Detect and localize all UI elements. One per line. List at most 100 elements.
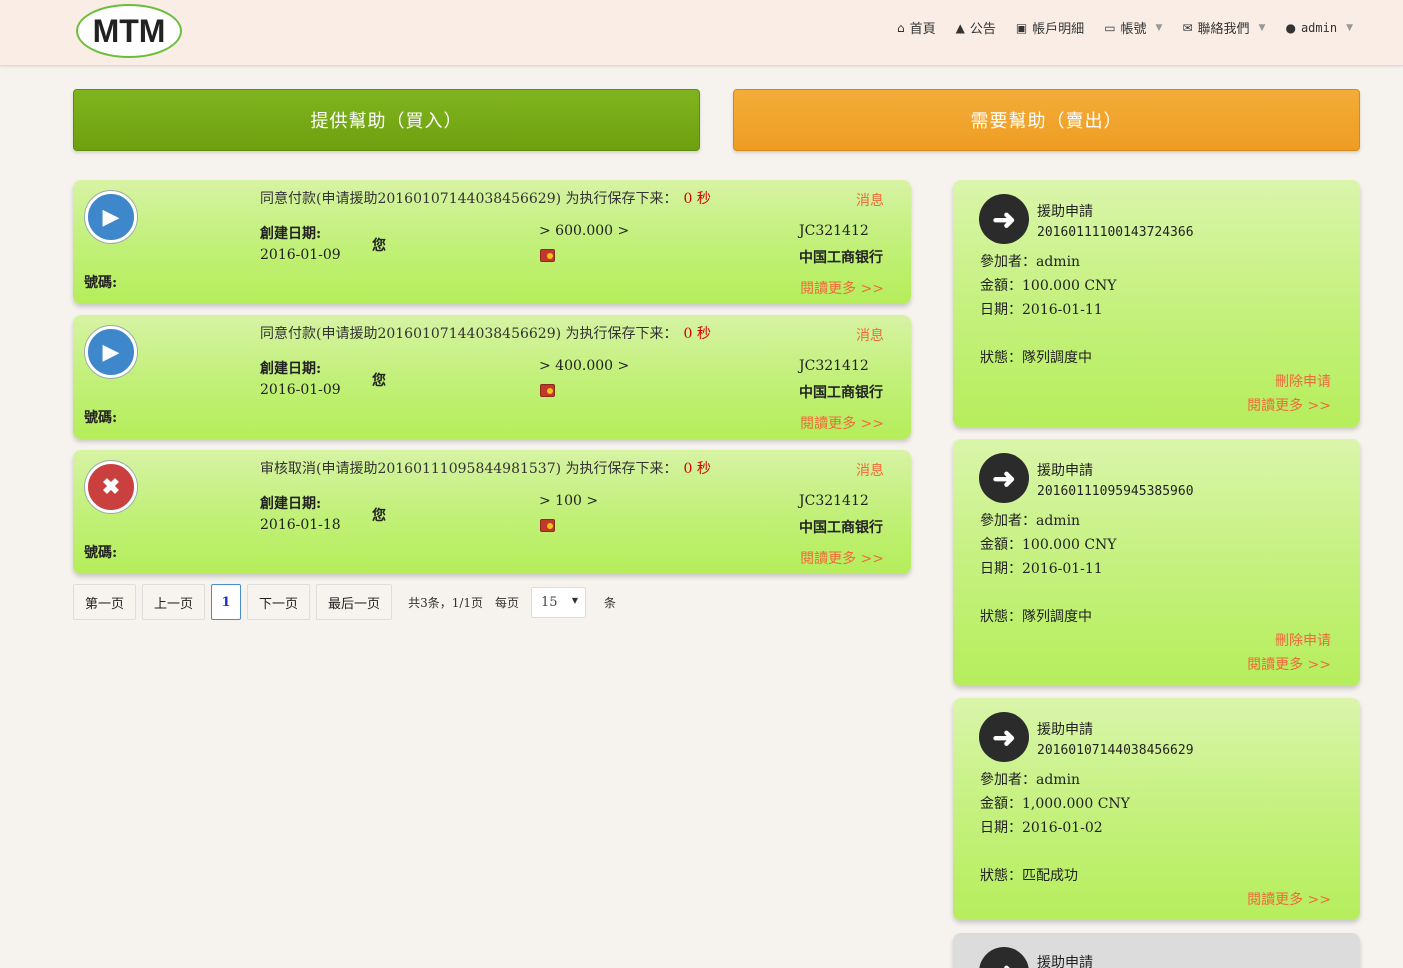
current-page-button[interactable]: 1	[211, 584, 242, 620]
created-date: 2016-01-09	[260, 382, 341, 398]
page-summary: 共3条，1/1页	[408, 595, 484, 610]
party-label: 您	[372, 238, 386, 254]
pagination: 第一页 上一页 1 下一页 最后一页 共3条，1/1页 每页 15 ▼ 条	[73, 584, 616, 620]
request-help-button[interactable]: 需要幫助（賣出）	[733, 89, 1360, 151]
play-icon[interactable]: ▶	[85, 191, 137, 243]
participant: 參加者：admin	[980, 772, 1081, 788]
help-request-card: ➜ 援助申請 20160107144038456629 參加者：admin 金額…	[953, 698, 1360, 920]
read-more-link[interactable]: 閱讀更多 >>	[800, 278, 884, 298]
top-navbar: MTM ⌂ 首頁 ▲ 公告 ▣ 帳戶明細 ▭ 帳號 ▼ ✉ 聯絡我們 ▼ ● a…	[0, 0, 1403, 66]
first-page-button[interactable]: 第一页	[73, 584, 137, 620]
payment-icon[interactable]	[540, 519, 555, 532]
provide-help-button[interactable]: 提供幫助（買入）	[73, 89, 700, 151]
date: 日期：2016-01-02	[980, 820, 1103, 836]
delete-request-link[interactable]: 刪除申请	[1275, 371, 1331, 391]
per-page-unit: 条	[604, 595, 617, 610]
nav-label: 帳戶明細	[1032, 22, 1085, 37]
amount: 金額：100.000 CNY	[980, 278, 1117, 294]
number-label: 號碼:	[84, 275, 118, 291]
bell-icon: ▲	[955, 20, 965, 35]
countdown-timer: 0 秒	[683, 191, 711, 207]
countdown-timer: 0 秒	[683, 461, 711, 477]
read-more-link[interactable]: 閱讀更多 >>	[800, 548, 884, 568]
date: 日期：2016-01-11	[980, 561, 1103, 577]
read-more-link[interactable]: 閱讀更多 >>	[800, 413, 884, 433]
play-icon[interactable]: ▶	[85, 326, 137, 378]
date: 日期：2016-01-11	[980, 302, 1103, 318]
request-id: 20160111100143724366	[1037, 225, 1194, 240]
order-title: 同意付款(申请援助20160107144038456629) 为执行保存下来： 0…	[260, 191, 711, 207]
last-page-button[interactable]: 最后一页	[316, 584, 393, 620]
payment-icon[interactable]	[540, 384, 555, 397]
cancel-icon[interactable]: ✖	[85, 461, 137, 513]
caret-down-icon: ▼	[1346, 22, 1353, 33]
status: 狀態：隊列調度中	[980, 609, 1092, 625]
request-title: 援助申請	[1037, 463, 1093, 479]
account-code: JC321412	[799, 493, 869, 509]
request-title: 援助申請	[1037, 204, 1093, 220]
arrow-right-icon: ➜	[979, 712, 1029, 762]
message-link[interactable]: 消息	[856, 190, 884, 210]
nav-menu: ⌂ 首頁 ▲ 公告 ▣ 帳戶明細 ▭ 帳號 ▼ ✉ 聯絡我們 ▼ ● admin…	[896, 18, 1353, 38]
per-page-value: 15	[541, 594, 558, 610]
amount: 金額：100.000 CNY	[980, 537, 1117, 553]
mtm-logo[interactable]: MTM	[76, 4, 182, 58]
envelope-icon: ✉	[1182, 20, 1193, 35]
nav-label: 首頁	[909, 22, 936, 37]
nav-label: admin	[1300, 20, 1338, 35]
order-title: 审核取消(申请援助20160111095844981537) 为执行保存下来： 0…	[260, 461, 711, 477]
countdown-timer: 0 秒	[683, 326, 711, 342]
delete-request-link[interactable]: 刪除申请	[1275, 630, 1331, 650]
help-request-card: ➜ 援助申請 20160111095945385960 參加者：admin 金額…	[953, 439, 1360, 686]
amount-value: > 400.000 >	[539, 358, 630, 374]
amount: 金額：1,000.000 CNY	[980, 796, 1130, 812]
per-page-label: 每页	[495, 595, 520, 610]
order-card: ▶ 同意付款(申请援助20160107144038456629) 为执行保存下来…	[73, 315, 911, 439]
request-id: 20160111095945385960	[1037, 484, 1194, 499]
order-card: ✖ 审核取消(申请援助20160111095844981537) 为执行保存下来…	[73, 450, 911, 574]
request-title: 援助申請	[1037, 722, 1093, 738]
party-label: 您	[372, 508, 386, 524]
per-page-select[interactable]: 15 ▼	[531, 586, 587, 618]
status: 狀態：匹配成功	[980, 868, 1078, 884]
arrow-right-icon: ➜	[979, 194, 1029, 244]
participant: 參加者：admin	[980, 254, 1081, 270]
created-label: 創建日期:	[260, 496, 322, 512]
prev-page-button[interactable]: 上一页	[142, 584, 206, 620]
request-id: 20160107144038456629	[1037, 743, 1194, 758]
created-label: 創建日期:	[260, 361, 322, 377]
order-title: 同意付款(申请援助20160107144038456629) 为执行保存下来： 0…	[260, 326, 711, 342]
nav-item-contact[interactable]: ✉ 聯絡我們 ▼	[1182, 18, 1265, 38]
bank-name: 中国工商银行	[799, 250, 883, 266]
nav-item-user[interactable]: ● admin ▼	[1285, 18, 1353, 37]
help-request-card: ➜ 援助申請 20160111100143724366 參加者：admin 金額…	[953, 180, 1360, 427]
arrow-right-icon: ➜	[979, 947, 1029, 968]
user-icon: ●	[1285, 20, 1296, 35]
caret-down-icon: ▼	[1155, 22, 1163, 33]
read-more-link[interactable]: 閱讀更多 >>	[1247, 654, 1331, 674]
bank-name: 中国工商银行	[799, 385, 883, 401]
next-page-button[interactable]: 下一页	[247, 584, 311, 620]
logo-text: MTM	[92, 12, 166, 49]
message-link[interactable]: 消息	[856, 325, 884, 345]
read-more-link[interactable]: 閱讀更多 >>	[1247, 889, 1331, 909]
created-label: 創建日期:	[260, 226, 322, 242]
nav-label: 聯絡我們	[1197, 22, 1250, 37]
number-label: 號碼:	[84, 410, 118, 426]
home-icon: ⌂	[896, 20, 905, 35]
message-link[interactable]: 消息	[856, 460, 884, 480]
arrow-right-icon: ➜	[979, 453, 1029, 503]
created-date: 2016-01-09	[260, 247, 341, 263]
nav-item-announcements[interactable]: ▲ 公告	[955, 18, 996, 38]
status: 狀態：隊列調度中	[980, 350, 1092, 366]
read-more-link[interactable]: 閱讀更多 >>	[1247, 395, 1331, 415]
card-icon: ▭	[1104, 20, 1116, 35]
nav-item-account[interactable]: ▭ 帳號 ▼	[1104, 18, 1163, 38]
dropdown-arrow-icon: ▼	[571, 595, 579, 605]
payment-icon[interactable]	[540, 249, 555, 262]
nav-label: 帳號	[1120, 22, 1147, 37]
request-title: 援助申請	[1037, 955, 1093, 968]
nav-item-home[interactable]: ⌂ 首頁	[896, 18, 936, 38]
bank-name: 中国工商银行	[799, 520, 883, 536]
nav-item-account-details[interactable]: ▣ 帳戶明細	[1016, 18, 1085, 38]
